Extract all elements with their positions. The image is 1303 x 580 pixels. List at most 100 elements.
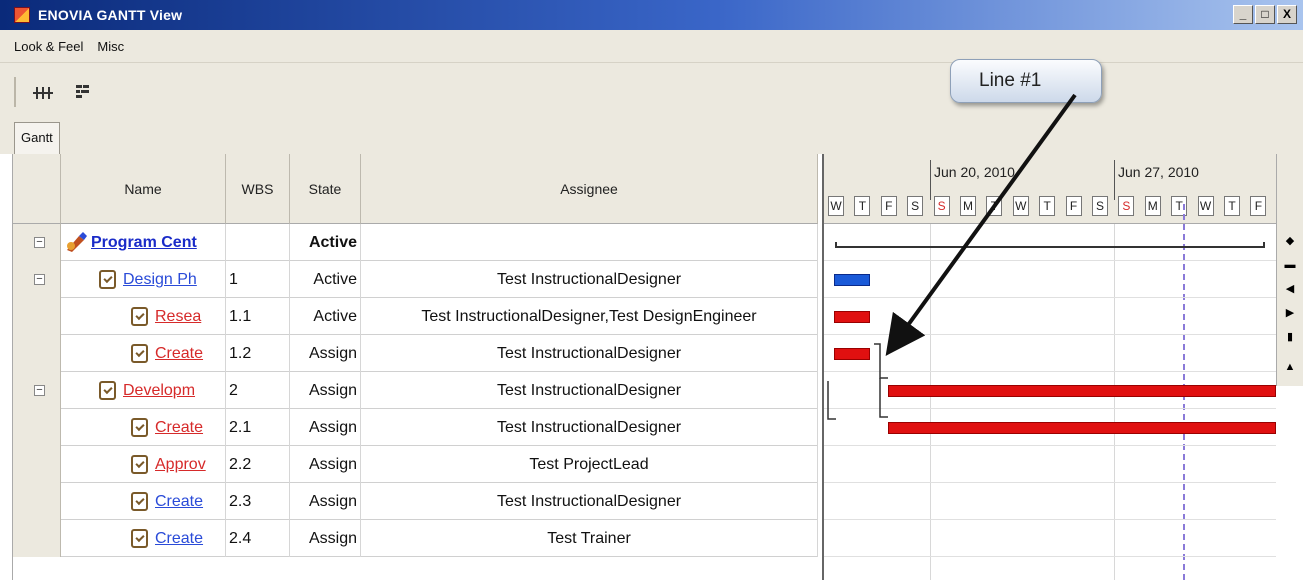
assignee-cell: Test InstructionalDesigner bbox=[361, 261, 818, 298]
state-cell: Active bbox=[290, 261, 361, 298]
column-header-name[interactable]: Name bbox=[61, 154, 226, 224]
menu-look-and-feel[interactable]: Look & Feel bbox=[14, 39, 83, 54]
grid-corner[interactable] bbox=[13, 154, 61, 224]
task-icon bbox=[131, 418, 148, 437]
state-cell: Assign bbox=[290, 372, 361, 409]
task-name-link[interactable]: Design Ph bbox=[123, 261, 197, 298]
assignee-cell: Test InstructionalDesigner bbox=[361, 483, 818, 520]
tree-cell: − bbox=[13, 372, 61, 409]
maximize-button[interactable]: □ bbox=[1255, 5, 1275, 24]
tree-cell bbox=[13, 483, 61, 520]
tab-strip: Gantt bbox=[0, 118, 1303, 154]
wbs-cell: 2.4 bbox=[226, 520, 290, 557]
day-cell: T bbox=[1224, 196, 1240, 216]
day-cell: M bbox=[1144, 196, 1161, 216]
minus-icon[interactable]: ▬ bbox=[1284, 258, 1296, 272]
table-row[interactable]: Create 2.4 Assign Test Trainer bbox=[13, 520, 818, 557]
tree-cell: − bbox=[13, 261, 61, 298]
program-icon bbox=[67, 232, 87, 252]
state-cell: Assign bbox=[290, 520, 361, 557]
state-cell: Assign bbox=[290, 409, 361, 446]
scroll-right-icon[interactable]: ▶ bbox=[1284, 306, 1296, 320]
toolbar-grip[interactable] bbox=[14, 77, 16, 107]
day-cell: W bbox=[828, 196, 844, 216]
tree-cell bbox=[13, 446, 61, 483]
column-header-assignee[interactable]: Assignee bbox=[361, 154, 818, 224]
assignee-cell bbox=[361, 224, 818, 261]
gantt-row bbox=[824, 520, 1276, 557]
day-cell: S bbox=[1118, 196, 1135, 216]
task-name-link[interactable]: Approv bbox=[155, 446, 206, 483]
task-grid: Name WBS State Assignee − Program Cent Act… bbox=[12, 154, 818, 580]
state-cell: Assign bbox=[290, 335, 361, 372]
task-icon bbox=[131, 344, 148, 363]
table-row[interactable]: Create 1.2 Assign Test InstructionalDesigne… bbox=[13, 335, 818, 372]
name-cell: Resea bbox=[61, 298, 226, 335]
assignee-cell: Test InstructionalDesigner bbox=[361, 372, 818, 409]
menu-bar: Look & Feel Misc bbox=[0, 30, 1303, 62]
wbs-cell: 1.2 bbox=[226, 335, 290, 372]
table-row[interactable]: − Developm 2 Assign Test InstructionalDesign… bbox=[13, 372, 818, 409]
window-controls: _ □ X bbox=[1233, 5, 1297, 24]
bar-icon[interactable]: ▮ bbox=[1284, 330, 1296, 344]
callout-arrow bbox=[885, 93, 1077, 356]
task-icon bbox=[131, 307, 148, 326]
wbs-cell: 2.3 bbox=[226, 483, 290, 520]
scroll-up-icon[interactable]: ▲ bbox=[1284, 360, 1296, 374]
name-cell: Developm bbox=[61, 372, 226, 409]
task-name-link[interactable]: Create bbox=[155, 483, 203, 520]
day-cell: T bbox=[854, 196, 871, 216]
collapse-icon[interactable]: − bbox=[34, 237, 45, 248]
title-bar: ENOVIA GANTT View _ □ X bbox=[0, 0, 1303, 30]
task-icon bbox=[131, 455, 148, 474]
columns-icon[interactable] bbox=[32, 83, 54, 103]
tree-cell bbox=[13, 409, 61, 446]
assignee-cell: Test InstructionalDesigner bbox=[361, 409, 818, 446]
tree-cell bbox=[13, 298, 61, 335]
table-row[interactable]: − Design Ph 1 Active Test InstructionalDesig… bbox=[13, 261, 818, 298]
wbs-cell: 2.1 bbox=[226, 409, 290, 446]
collapse-icon[interactable]: − bbox=[34, 385, 45, 396]
name-cell: Create bbox=[61, 409, 226, 446]
name-cell: Create bbox=[61, 520, 226, 557]
toolbar bbox=[0, 62, 1303, 118]
close-button[interactable]: X bbox=[1277, 5, 1297, 24]
task-name-link[interactable]: Create bbox=[155, 409, 203, 446]
assignee-cell: Test InstructionalDesigner,Test DesignEn… bbox=[361, 298, 818, 335]
collapse-icon[interactable]: − bbox=[34, 274, 45, 285]
gantt-layout-icon[interactable] bbox=[74, 83, 96, 103]
day-cell: W bbox=[1197, 196, 1214, 216]
table-row[interactable]: Create 2.1 Assign Test InstructionalDesigne… bbox=[13, 409, 818, 446]
column-header-wbs[interactable]: WBS bbox=[226, 154, 290, 224]
gantt-navigation: ◆ ▬ ◀ ▶ ▮ ▲ bbox=[1276, 154, 1303, 386]
day-cell: S bbox=[1092, 196, 1108, 216]
scroll-left-icon[interactable]: ◀ bbox=[1284, 282, 1296, 296]
name-cell: Approv bbox=[61, 446, 226, 483]
diamond-icon[interactable]: ◆ bbox=[1284, 234, 1296, 248]
table-row[interactable]: Approv 2.2 Assign Test ProjectLead bbox=[13, 446, 818, 483]
name-cell: Design Ph bbox=[61, 261, 226, 298]
name-cell: Program Cent bbox=[61, 224, 226, 261]
tree-cell bbox=[13, 520, 61, 557]
tab-gantt[interactable]: Gantt bbox=[14, 122, 60, 154]
table-row[interactable]: − Program Cent Active bbox=[13, 224, 818, 261]
wbs-cell: 1.1 bbox=[226, 298, 290, 335]
task-icon bbox=[131, 492, 148, 511]
task-name-link[interactable]: Create bbox=[155, 335, 203, 372]
column-header-state[interactable]: State bbox=[290, 154, 361, 224]
task-icon bbox=[99, 381, 116, 400]
task-icon bbox=[99, 270, 116, 289]
task-name-link[interactable]: Create bbox=[155, 520, 203, 557]
table-row[interactable]: Resea 1.1 Active Test InstructionalDesigner… bbox=[13, 298, 818, 335]
task-name-link[interactable]: Developm bbox=[123, 372, 195, 409]
tree-cell bbox=[13, 335, 61, 372]
assignee-cell: Test ProjectLead bbox=[361, 446, 818, 483]
minimize-button[interactable]: _ bbox=[1233, 5, 1253, 24]
wbs-cell bbox=[226, 224, 290, 261]
menu-misc[interactable]: Misc bbox=[97, 39, 124, 54]
table-row[interactable]: Create 2.3 Assign Test InstructionalDesigne… bbox=[13, 483, 818, 520]
state-cell: Active bbox=[290, 298, 361, 335]
task-name-link[interactable]: Resea bbox=[155, 298, 201, 335]
wbs-cell: 1 bbox=[226, 261, 290, 298]
task-name-link[interactable]: Program Cent bbox=[91, 224, 197, 261]
